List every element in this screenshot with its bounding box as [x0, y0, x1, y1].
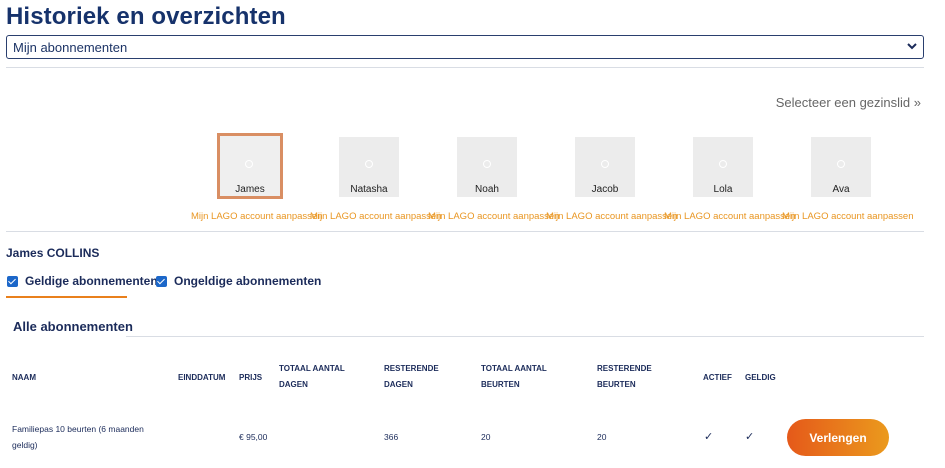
chevron-down-icon [907, 43, 917, 50]
family-member-ava[interactable]: Ava Mijn LAGO account aanpassen [782, 133, 914, 222]
checkbox-checked-icon[interactable] [156, 275, 167, 287]
avatar-placeholder-icon [365, 160, 373, 168]
column-header-einddatum: EINDDATUM [178, 373, 226, 382]
filter-label: Geldige abonnementen [25, 274, 158, 288]
cell-naam: Familiepas 10 beurten (6 maanden geldig) [12, 424, 144, 450]
member-name: Jacob [591, 184, 619, 195]
column-header-totaal-dagen: TOTAAL AANTAL DAGEN [279, 364, 345, 389]
member-name: Ava [832, 184, 850, 195]
edit-account-link[interactable]: Mijn LAGO account aanpassen [310, 211, 442, 222]
page-title: Historiek en overzichten [6, 3, 286, 30]
edit-account-link[interactable]: Mijn LAGO account aanpassen [428, 211, 560, 222]
avatar: James [217, 133, 283, 199]
family-member-lola[interactable]: Lola Mijn LAGO account aanpassen [664, 133, 796, 222]
filter-valid-subscriptions[interactable]: Geldige abonnementen [7, 274, 158, 288]
avatar: Noah [457, 137, 517, 197]
member-name: Noah [475, 184, 499, 195]
overview-select-value: Mijn abonnementen [13, 40, 128, 55]
avatar: Natasha [339, 137, 399, 197]
edit-account-link[interactable]: Mijn LAGO account aanpassen [664, 211, 796, 222]
cell-resterende-dagen: 366 [384, 432, 399, 442]
column-header-geldig: GELDIG [745, 373, 776, 382]
member-name: Natasha [350, 184, 388, 195]
column-header-resterende-dagen: RESTERENDE DAGEN [384, 364, 439, 389]
column-header-naam: NAAM [12, 373, 36, 382]
column-header-resterende-beurten: RESTERENDE BEURTEN [597, 364, 652, 389]
edit-account-link[interactable]: Mijn LAGO account aanpassen [546, 211, 678, 222]
avatar-placeholder-icon [601, 160, 609, 168]
avatar: Ava [811, 137, 871, 197]
family-member-natasha[interactable]: Natasha Mijn LAGO account aanpassen [310, 133, 442, 222]
checkbox-checked-icon[interactable] [7, 275, 18, 287]
cell-resterende-beurten: 20 [597, 432, 607, 442]
checkmark-icon: ✓ [745, 431, 755, 443]
avatar-placeholder-icon [719, 160, 727, 168]
avatar: Lola [693, 137, 753, 197]
avatar-placeholder-icon [483, 160, 491, 168]
avatar: Jacob [575, 137, 635, 197]
user-full-name: James COLLINS [6, 246, 100, 260]
checkmark-icon: ✓ [704, 431, 714, 443]
family-member-james[interactable]: James Mijn LAGO account aanpassen [191, 133, 323, 222]
avatar-placeholder-icon [245, 160, 253, 168]
select-family-member-link[interactable]: Selecteer een gezinslid » [776, 95, 921, 110]
family-member-noah[interactable]: Noah Mijn LAGO account aanpassen [428, 133, 560, 222]
column-header-actief: ACTIEF [703, 373, 732, 382]
edit-account-link[interactable]: Mijn LAGO account aanpassen [191, 211, 323, 222]
filter-invalid-subscriptions[interactable]: Ongeldige abonnementen [156, 274, 321, 288]
member-name: Lola [713, 184, 733, 195]
divider [6, 231, 924, 232]
cell-prijs: € 95,00 [239, 432, 268, 442]
cell-totaal-beurten: 20 [481, 432, 491, 442]
divider [126, 336, 924, 337]
overview-select[interactable]: Mijn abonnementen [6, 35, 924, 59]
family-member-jacob[interactable]: Jacob Mijn LAGO account aanpassen [546, 133, 678, 222]
divider [6, 67, 924, 68]
filter-label: Ongeldige abonnementen [174, 274, 322, 288]
renew-button[interactable]: Verlengen [787, 419, 889, 456]
avatar-placeholder-icon [837, 160, 845, 168]
member-name: James [235, 184, 265, 195]
section-title: Alle abonnementen [13, 319, 133, 334]
active-filter-indicator [6, 296, 127, 298]
column-header-prijs: PRIJS [239, 373, 263, 382]
edit-account-link[interactable]: Mijn LAGO account aanpassen [782, 211, 914, 222]
column-header-totaal-beurten: TOTAAL AANTAL BEURTEN [481, 364, 547, 389]
